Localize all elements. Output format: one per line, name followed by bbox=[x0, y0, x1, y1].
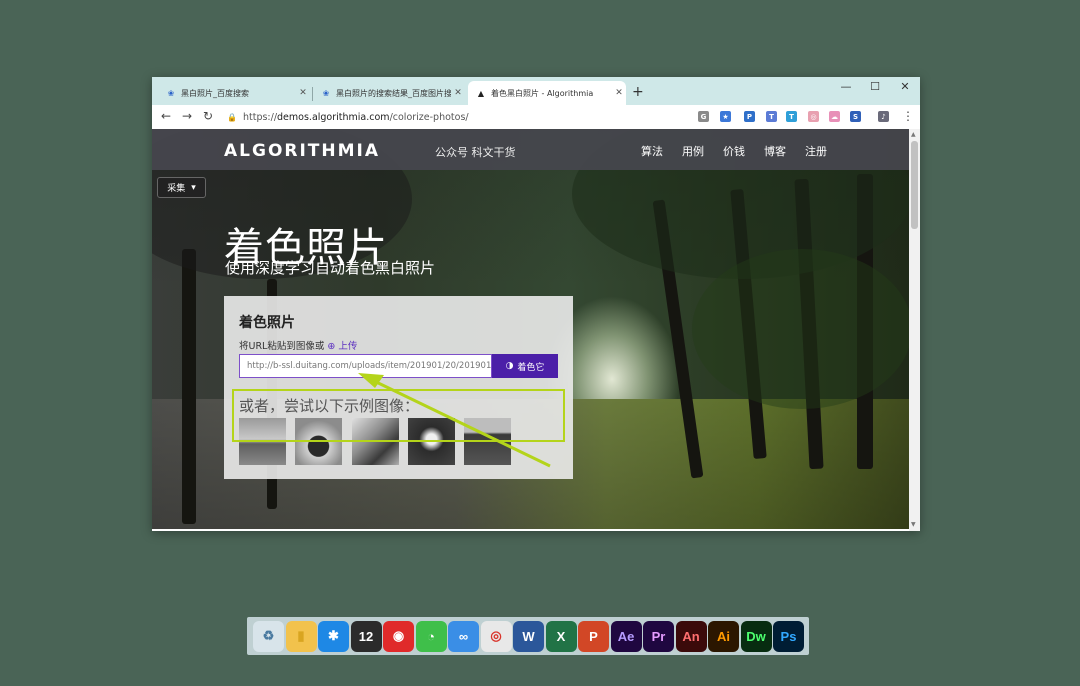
browser-window: ❀ 黑白照片_百度搜索 ✕ ❀ 黑白照片的搜索结果_百度图片搜 ✕ ▲ 着色黑白… bbox=[152, 77, 920, 531]
animate-icon[interactable]: An bbox=[675, 620, 707, 652]
nav-blog[interactable]: 博客 bbox=[764, 143, 786, 159]
taskbar-dock: ♻ ▮ ✱ 12 ◉ ◔ ∞ ◎ W X P Ae Pr An Ai Dw Ps bbox=[247, 617, 809, 655]
algorithmia-logo-icon: ▲ bbox=[477, 88, 485, 98]
tab-close-icon[interactable]: ✕ bbox=[451, 88, 465, 98]
powerpoint-icon[interactable]: P bbox=[578, 620, 609, 652]
colorize-panel: 着色照片 将URL粘贴到图像或 ⊕ 上传 http://b-ssl.duitan… bbox=[224, 296, 573, 479]
address-bar[interactable]: 🔒 https://demos.algorithmia.com/colorize… bbox=[227, 108, 687, 126]
upload-label: 上传 bbox=[338, 341, 358, 352]
forward-arrow-icon[interactable]: → bbox=[179, 109, 195, 123]
tab-strip: ❀ 黑白照片_百度搜索 ✕ ❀ 黑白照片的搜索结果_百度图片搜 ✕ ▲ 着色黑白… bbox=[152, 77, 920, 105]
tree-canopy bbox=[692, 249, 909, 409]
url-scheme: https:// bbox=[242, 111, 278, 123]
scrollbar-thumb[interactable] bbox=[911, 141, 918, 229]
nav-pricing[interactable]: 价钱 bbox=[723, 143, 745, 159]
scroll-down-icon[interactable]: ▼ bbox=[911, 521, 916, 528]
calendar-12-icon[interactable]: 12 bbox=[350, 620, 382, 652]
tab-title: 着色黑白照片 - Algorithmia bbox=[491, 88, 594, 98]
close-button[interactable]: ✕ bbox=[890, 80, 920, 93]
p-extension-icon[interactable]: P bbox=[744, 111, 755, 122]
tab-close-icon[interactable]: ✕ bbox=[296, 88, 310, 98]
lock-icon: 🔒 bbox=[227, 112, 237, 122]
upload-link[interactable]: ⊕ 上传 bbox=[327, 341, 357, 352]
cloud-ext-icon[interactable]: ☁ bbox=[829, 111, 840, 122]
tab-baidu-search[interactable]: ❀ 黑白照片_百度搜索 ✕ bbox=[158, 81, 310, 105]
url-path: /colorize-photos/ bbox=[389, 111, 469, 123]
profile-icon[interactable]: ♪ bbox=[878, 111, 889, 122]
browser-menu-icon[interactable]: ⋮ bbox=[900, 109, 916, 123]
colorize-button[interactable]: ◑ 着色它 bbox=[492, 354, 558, 378]
folder-icon[interactable]: ▮ bbox=[285, 620, 317, 652]
t-extension-icon[interactable]: T bbox=[786, 111, 797, 122]
word-icon[interactable]: W bbox=[513, 620, 544, 652]
dreamweaver-icon[interactable]: Dw bbox=[740, 620, 772, 652]
photoshop-icon[interactable]: Ps bbox=[773, 620, 804, 652]
site-navbar: ALGORITHMIA 公众号 科文干货 算法 用例 价钱 博客 注册 bbox=[152, 129, 909, 170]
recycle-bin-icon[interactable]: ♻ bbox=[253, 620, 284, 652]
illustrator-icon[interactable]: Ai bbox=[708, 620, 739, 652]
tab-title: 黑白照片_百度搜索 bbox=[181, 88, 249, 98]
s-extension-icon[interactable]: S bbox=[850, 111, 861, 122]
nav-signup[interactable]: 注册 bbox=[805, 143, 827, 159]
url-hint: 将URL粘贴到图像或 ⊕ 上传 bbox=[239, 338, 357, 352]
netease-music-icon[interactable]: ◉ bbox=[383, 620, 414, 652]
premiere-icon[interactable]: Pr bbox=[643, 620, 674, 652]
tree-trunk bbox=[182, 249, 196, 524]
nav-use-cases[interactable]: 用例 bbox=[682, 143, 704, 159]
bird-app-icon[interactable]: ✱ bbox=[318, 620, 349, 652]
colorize-button-label: 着色它 bbox=[517, 362, 545, 373]
url-host: demos.algorithmia.com bbox=[277, 111, 390, 123]
hint-text: 将URL粘贴到图像或 bbox=[239, 341, 325, 352]
nav-algorithms[interactable]: 算法 bbox=[641, 143, 663, 159]
collect-label: 采集 bbox=[167, 184, 186, 194]
algorithmia-logo[interactable]: ALGORITHMIA bbox=[224, 141, 380, 161]
translate-icon[interactable]: G bbox=[698, 111, 709, 122]
maximize-button[interactable]: ☐ bbox=[860, 80, 890, 93]
circle-ext-icon[interactable]: ◎ bbox=[808, 111, 819, 122]
back-arrow-icon[interactable]: ← bbox=[158, 109, 174, 123]
baidu-paw-icon: ❀ bbox=[322, 88, 330, 98]
tab-baidu-images[interactable]: ❀ 黑白照片的搜索结果_百度图片搜 ✕ bbox=[313, 81, 465, 105]
after-effects-icon[interactable]: Ae bbox=[610, 620, 642, 652]
scroll-up-icon[interactable]: ▲ bbox=[911, 131, 916, 138]
page-viewport: ALGORITHMIA 公众号 科文干货 算法 用例 价钱 博客 注册 采集 ▾… bbox=[152, 129, 909, 531]
highlight-box-annotation bbox=[232, 389, 565, 442]
chrome-icon[interactable]: ◎ bbox=[480, 620, 512, 652]
image-url-input[interactable]: http://b-ssl.duitang.com/uploads/item/20… bbox=[239, 354, 492, 378]
minimize-button[interactable]: — bbox=[831, 80, 861, 93]
excel-icon[interactable]: X bbox=[545, 620, 577, 652]
new-tab-button[interactable]: + bbox=[632, 84, 644, 100]
browser-toolbar: ← → ↻ 🔒 https://demos.algorithmia.com/co… bbox=[152, 105, 920, 130]
bookmark-star-icon[interactable]: ★ bbox=[720, 111, 731, 122]
reload-icon[interactable]: ↻ bbox=[200, 109, 216, 123]
translate-ext-icon[interactable]: T bbox=[766, 111, 777, 122]
caret-down-icon: ▾ bbox=[191, 182, 196, 193]
contrast-icon: ◑ bbox=[505, 361, 514, 371]
tab-close-icon[interactable]: ✕ bbox=[612, 88, 626, 98]
collect-button[interactable]: 采集 ▾ bbox=[157, 177, 206, 198]
qq-browser-icon[interactable]: ∞ bbox=[448, 620, 479, 652]
tab-algorithmia[interactable]: ▲ 着色黑白照片 - Algorithmia ✕ bbox=[468, 81, 626, 105]
wechat-watermark: 公众号 科文干货 bbox=[435, 146, 516, 159]
wechat-icon[interactable]: ◔ bbox=[415, 620, 447, 652]
hero-subtitle: 使用深度学习自动着色黑白照片 bbox=[225, 259, 436, 277]
baidu-paw-icon: ❀ bbox=[167, 88, 175, 98]
tab-title: 黑白照片的搜索结果_百度图片搜 bbox=[336, 88, 451, 98]
page-scrollbar[interactable]: ▲ ▼ bbox=[909, 129, 920, 531]
upload-icon: ⊕ bbox=[327, 341, 336, 352]
panel-title: 着色照片 bbox=[239, 315, 295, 331]
